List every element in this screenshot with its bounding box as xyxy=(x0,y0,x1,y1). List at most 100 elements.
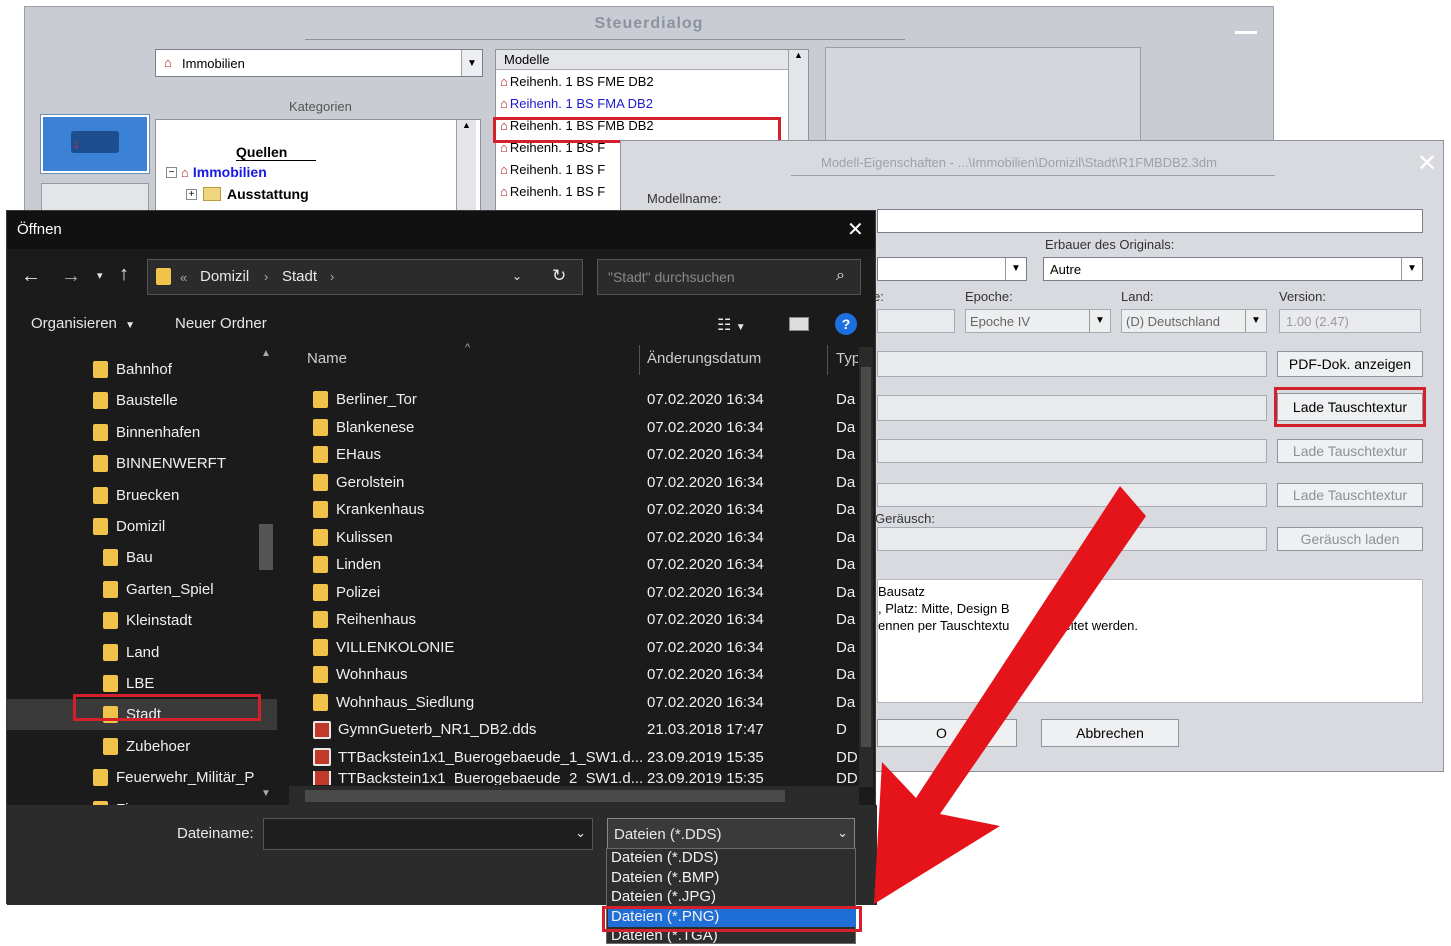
minimize-button[interactable] xyxy=(1235,31,1257,34)
organisieren-menu[interactable]: Organisieren ▼ xyxy=(31,315,135,332)
expand-icon[interactable]: + xyxy=(186,188,197,200)
column-header-date[interactable]: Änderungsdatum xyxy=(647,350,761,367)
folder-icon xyxy=(313,693,328,711)
file-row[interactable]: GymnGueterb_NR1_DB2.dds 21.03.2018 17:47 D xyxy=(303,716,859,743)
column-divider[interactable] xyxy=(639,345,640,375)
nav-item[interactable]: Binnenhafen xyxy=(7,417,277,448)
search-input[interactable]: "Stadt" durchsuchen ⌕ xyxy=(597,259,861,295)
nav-item[interactable]: Bahnhof xyxy=(7,354,277,385)
erbauer-combo[interactable]: Autre ▼ xyxy=(1043,257,1423,281)
nav-item[interactable]: Zubehoer xyxy=(7,731,277,762)
file-row[interactable]: Wohnhaus 07.02.2020 16:34 Da xyxy=(303,661,859,688)
scroll-up-icon[interactable]: ▲ xyxy=(261,348,271,359)
filetype-option[interactable]: Dateien (*.DDS) xyxy=(608,849,856,868)
category-combo[interactable]: ⌂ Immobilien ▼ xyxy=(155,49,483,77)
up-arrow-icon[interactable]: ↑ xyxy=(119,263,129,286)
breadcrumb-domizil[interactable]: Domizil xyxy=(200,268,249,285)
scroll-down-icon[interactable]: ▼ xyxy=(261,788,271,799)
modelle-item-label: Reihenh. 1 BS FMA DB2 xyxy=(509,96,653,111)
collapse-icon[interactable]: − xyxy=(166,166,177,178)
filetype-option[interactable]: Dateien (*.BMP) xyxy=(608,869,856,888)
lade-tauschtextur-button-3[interactable]: Lade Tauschtextur xyxy=(1277,483,1423,507)
nav-item[interactable]: Domizil xyxy=(7,511,277,542)
file-row[interactable]: VILLENKOLONIE 07.02.2020 16:34 Da xyxy=(303,634,859,661)
filetype-option[interactable]: Dateien (*.JPG) xyxy=(608,888,856,907)
file-date: 07.02.2020 16:34 xyxy=(647,693,764,711)
nav-item[interactable]: Feuerwehr_Militär_P xyxy=(7,762,277,793)
file-row[interactable]: TTBackstein1x1_Buerogebaeude_1_SW1.d... 2… xyxy=(303,744,859,771)
preview-pane-icon[interactable] xyxy=(789,317,809,331)
file-row[interactable]: TTBackstein1x1_Buerogebaeude_2_SW1.d... 2… xyxy=(303,771,859,785)
nav-item[interactable]: Bruecken xyxy=(7,480,277,511)
folder-icon xyxy=(313,501,328,518)
geraeusch-button[interactable]: Geräusch laden xyxy=(1277,527,1423,551)
filetype-select[interactable]: Dateien (*.DDS) ⌄ xyxy=(607,818,855,850)
chevron-down-icon[interactable]: ▼ xyxy=(1089,310,1110,332)
refresh-icon[interactable]: ↻ xyxy=(552,266,566,286)
chevron-down-icon[interactable]: ▼ xyxy=(1005,258,1026,280)
chevron-down-icon[interactable]: ▼ xyxy=(1401,258,1422,280)
nav-item[interactable]: Kleinstadt xyxy=(7,605,277,636)
scroll-up-icon[interactable]: ▲ xyxy=(789,50,808,60)
epoche-combo[interactable]: Epoche IV ▼ xyxy=(965,309,1111,333)
back-arrow-icon[interactable]: ← xyxy=(21,265,41,288)
breadcrumb-stadt[interactable]: Stadt xyxy=(282,268,317,285)
forward-arrow-icon[interactable]: → xyxy=(61,265,81,288)
help-icon[interactable]: ? xyxy=(835,313,857,335)
neuer-ordner-button[interactable]: Neuer Ordner xyxy=(175,315,267,332)
lade-tauschtextur-button-2[interactable]: Lade Tauschtextur xyxy=(1277,439,1423,463)
nav-item[interactable]: Land xyxy=(7,637,277,668)
file-row[interactable]: Reihenhaus 07.02.2020 16:34 Da xyxy=(303,606,859,633)
highlight-box xyxy=(1274,387,1426,427)
dateiname-input[interactable]: ⌄ xyxy=(263,818,593,850)
hscroll-thumb[interactable] xyxy=(305,790,785,802)
view-options-icon[interactable]: ☷ ▼ xyxy=(717,315,746,335)
close-icon[interactable]: ✕ xyxy=(847,217,864,242)
mode-button-active[interactable]: ↓ xyxy=(41,115,149,173)
modelle-item[interactable]: ⌂ Reihenh. 1 BS FME DB2 xyxy=(500,74,654,89)
chevron-down-icon[interactable]: ▾ xyxy=(97,269,103,282)
nav-item[interactable]: Garten_Spiel xyxy=(7,574,277,605)
path-overflow-icon[interactable]: « xyxy=(180,270,187,285)
tree-item-ausstattung[interactable]: + Ausstattung xyxy=(186,186,309,202)
modelle-item[interactable]: ⌂ Reihenh. 1 BS F xyxy=(500,162,605,177)
unknown-combo[interactable]: ▼ xyxy=(877,257,1027,281)
file-date: 07.02.2020 16:34 xyxy=(647,583,764,601)
file-row[interactable]: Krankenhaus 07.02.2020 16:34 Da xyxy=(303,496,859,523)
nav-item[interactable]: Bau xyxy=(7,542,277,573)
file-row[interactable]: Linden 07.02.2020 16:34 Da xyxy=(303,551,859,578)
file-name: Gerolstein xyxy=(336,473,405,491)
chevron-down-icon[interactable]: ▼ xyxy=(461,50,482,76)
file-row[interactable]: Polizei 07.02.2020 16:34 Da xyxy=(303,579,859,606)
file-row[interactable]: Kulissen 07.02.2020 16:34 Da xyxy=(303,524,859,551)
address-bar[interactable]: « Domizil › Stadt › ⌄ ↻ xyxy=(147,259,583,295)
nav-item[interactable]: Baustelle xyxy=(7,385,277,416)
pdf-button[interactable]: PDF-Dok. anzeigen xyxy=(1277,351,1423,377)
highlight-box xyxy=(73,694,261,721)
tree-item-immobilien[interactable]: − ⌂ Immobilien xyxy=(166,164,267,180)
file-row[interactable]: Blankenese 07.02.2020 16:34 Da xyxy=(303,414,859,441)
file-row[interactable]: EHaus 07.02.2020 16:34 Da xyxy=(303,441,859,468)
nav-scroll-thumb[interactable] xyxy=(259,524,273,570)
file-row[interactable]: Gerolstein 07.02.2020 16:34 Da xyxy=(303,469,859,496)
column-divider[interactable] xyxy=(827,345,828,375)
chevron-down-icon[interactable]: ⌄ xyxy=(575,825,586,841)
file-row[interactable]: Berliner_Tor 07.02.2020 16:34 Da xyxy=(303,386,859,413)
nav-item[interactable]: BINNENWERFT xyxy=(7,448,277,479)
close-icon[interactable]: ✕ xyxy=(1417,149,1437,178)
tree-item-quellen[interactable]: Quellen xyxy=(236,144,287,160)
tree-scrollbar[interactable]: ▲ xyxy=(456,120,476,216)
search-icon[interactable]: ⌕ xyxy=(836,267,845,285)
modellname-input[interactable] xyxy=(877,209,1423,233)
scroll-up-icon[interactable]: ▲ xyxy=(457,120,476,130)
modelle-item-label: Reihenh. 1 BS F xyxy=(509,162,606,177)
file-name: Wohnhaus xyxy=(336,666,408,683)
files-hscrollbar[interactable] xyxy=(289,786,859,806)
modelle-item[interactable]: ⌂ Reihenh. 1 BS F xyxy=(500,184,605,199)
chevron-down-icon[interactable]: ▼ xyxy=(1245,310,1266,332)
file-row[interactable]: Wohnhaus_Siedlung 07.02.2020 16:34 Da xyxy=(303,689,859,716)
modelle-item[interactable]: ⌂ Reihenh. 1 BS FMA DB2 xyxy=(500,96,653,111)
column-header-type[interactable]: Typ xyxy=(836,350,858,367)
chevron-down-icon[interactable]: ⌄ xyxy=(512,269,522,283)
land-combo[interactable]: (D) Deutschland ▼ xyxy=(1121,309,1267,333)
